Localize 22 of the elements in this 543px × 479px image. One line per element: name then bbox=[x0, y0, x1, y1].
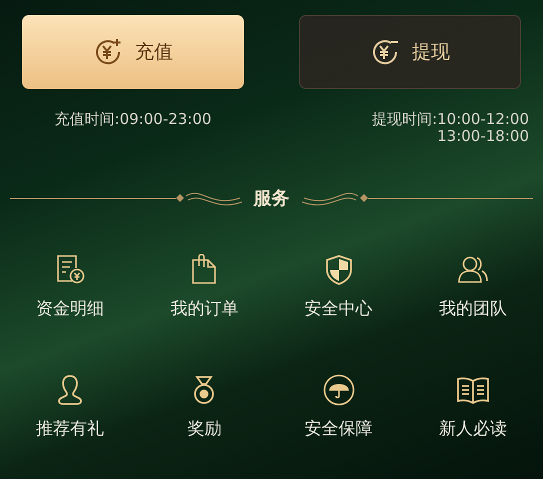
service-link[interactable]: 新人必读 bbox=[438, 416, 507, 442]
service-link[interactable]: 我的订单 bbox=[170, 297, 238, 322]
service-link[interactable]: 推荐有礼 bbox=[36, 416, 104, 442]
hours-text: 充值时间:09:00-23:00 bbox=[54, 111, 212, 130]
service-link[interactable]: 安全保障 bbox=[304, 416, 373, 442]
hours-text: 提现时间:10:00-12:00 13:00-18:00 bbox=[371, 111, 530, 145]
people-icon[interactable] bbox=[456, 255, 489, 285]
clipped-document-icon[interactable] bbox=[190, 254, 218, 286]
person-icon[interactable] bbox=[56, 374, 84, 406]
action-button[interactable]: 提现 bbox=[299, 15, 521, 89]
shield-icon[interactable] bbox=[324, 254, 353, 286]
yen-minus-icon bbox=[370, 37, 400, 67]
service-link[interactable]: 我的团队 bbox=[438, 297, 507, 322]
action-button[interactable]: 充值 bbox=[22, 15, 244, 89]
document-coin-icon[interactable] bbox=[55, 254, 86, 286]
service-link[interactable]: 资金明细 bbox=[36, 297, 104, 322]
section-title: 服务 bbox=[252, 186, 290, 210]
umbrella-icon[interactable] bbox=[322, 374, 355, 406]
book-icon[interactable] bbox=[456, 374, 490, 404]
service-link[interactable]: 奖励 bbox=[187, 416, 222, 442]
service-link[interactable]: 安全中心 bbox=[304, 297, 373, 322]
yen-plus-icon bbox=[93, 37, 123, 67]
